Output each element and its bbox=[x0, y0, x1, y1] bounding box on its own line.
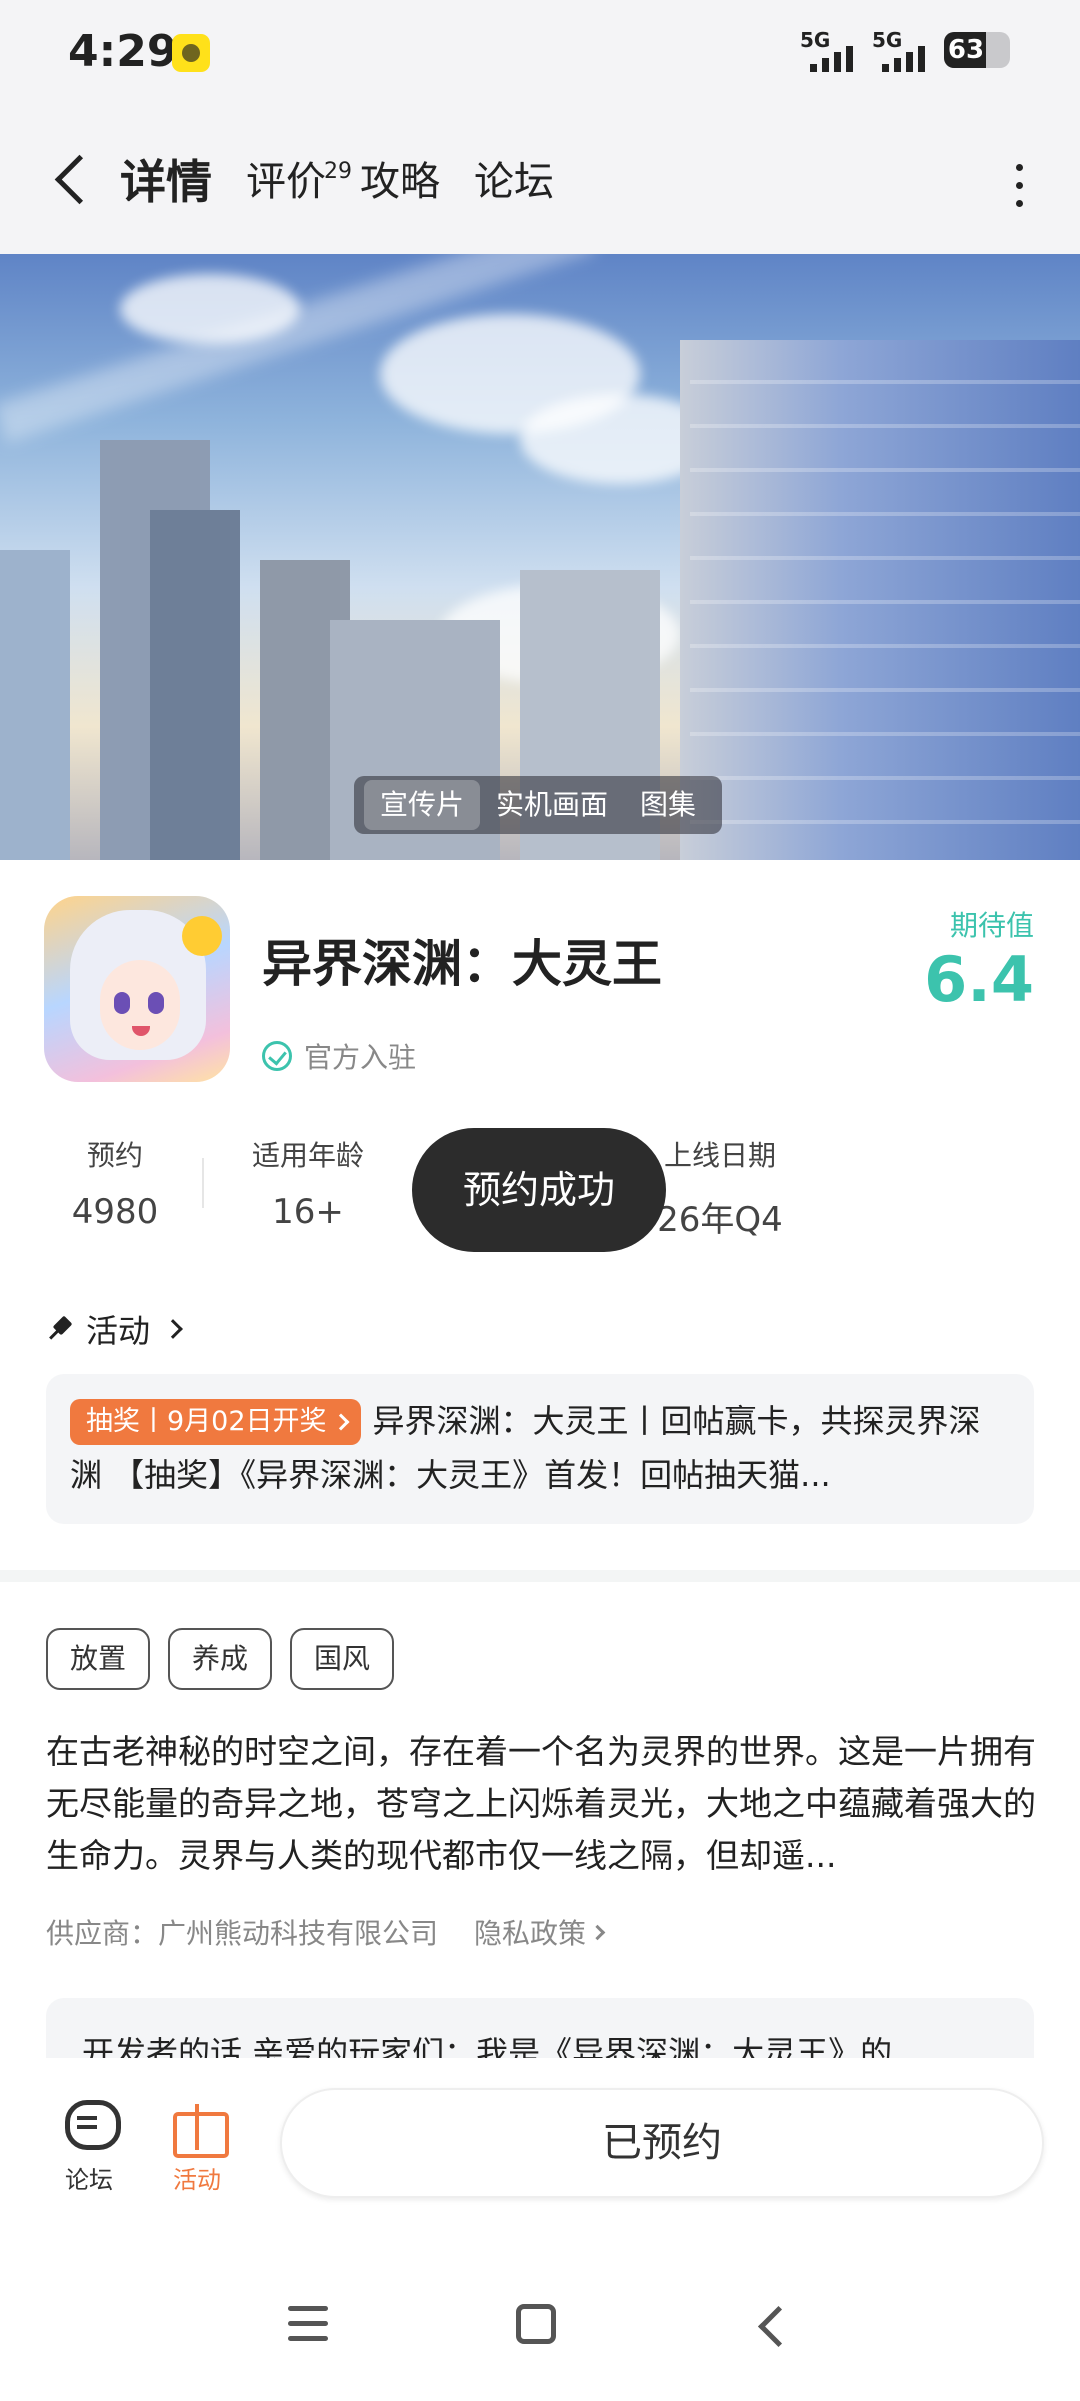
stat-value: 16+ bbox=[272, 1192, 344, 1232]
battery-percent: 63 bbox=[947, 35, 985, 65]
status-indicators: 5G 5G 63 bbox=[800, 28, 1010, 72]
notification-app-icon bbox=[172, 34, 210, 72]
stat-value: 4980 bbox=[71, 1192, 159, 1232]
divider bbox=[202, 1158, 204, 1208]
battery-icon: 63 bbox=[944, 32, 1010, 68]
supplier-row: 供应商：广州熊动科技有限公司 隐私政策 bbox=[46, 1912, 606, 1952]
forum-icon bbox=[61, 2098, 121, 2150]
stat-release-date: 上线日期 26年Q4 bbox=[650, 1134, 790, 1241]
tab-label: 论坛 bbox=[474, 159, 554, 205]
expect-label: 期待值 bbox=[949, 909, 1034, 942]
stat-reservations: 预约 4980 bbox=[60, 1134, 170, 1232]
chevron-right-icon bbox=[163, 1319, 183, 1339]
check-circle-icon bbox=[262, 1041, 292, 1071]
supplier-text: 供应商：广州熊动科技有限公司 bbox=[46, 1917, 439, 1950]
genre-tags: 放置 养成 国风 bbox=[46, 1628, 395, 1690]
expectation-score: 期待值 6.4 bbox=[924, 904, 1034, 1012]
review-count-badge: 29 bbox=[324, 159, 352, 184]
stat-label: 预约 bbox=[86, 1139, 143, 1172]
bottom-action-bar: 论坛 活动 已预约 bbox=[0, 2058, 1080, 2256]
lottery-tag[interactable]: 抽奖丨9月02日开奖 bbox=[70, 1399, 361, 1445]
activity-title: 活动 bbox=[86, 1312, 151, 1350]
game-icon bbox=[44, 896, 230, 1082]
pin-icon bbox=[41, 1311, 78, 1348]
tab-bar: 详情 评价 29 攻略 论坛 bbox=[116, 152, 554, 212]
section-divider bbox=[0, 1570, 1080, 1582]
stat-label: 上线日期 bbox=[663, 1139, 776, 1172]
status-bar: 4:29 5G 5G 63 bbox=[0, 0, 1080, 106]
verified-label: 官方入驻 bbox=[304, 1041, 417, 1074]
activity-button[interactable]: 活动 bbox=[152, 2098, 242, 2195]
tab-guides[interactable]: 攻略 bbox=[360, 152, 440, 212]
top-nav: 详情 评价 29 攻略 论坛 bbox=[0, 106, 1080, 254]
switch-trailer[interactable]: 宣传片 bbox=[364, 780, 481, 830]
tab-label: 详情 bbox=[120, 155, 212, 209]
developer-note-card[interactable]: 开发者的话 亲爱的玩家们：我是《异界深渊：大灵王》的 bbox=[46, 1998, 1034, 2058]
activity-card[interactable]: 抽奖丨9月02日开奖 异界深渊：大灵王丨回帖赢卡，共探灵界深渊 【抽奖】《异界深渊… bbox=[46, 1374, 1034, 1524]
privacy-policy-link[interactable]: 隐私政策 bbox=[474, 1912, 606, 1952]
expect-value: 6.4 bbox=[924, 943, 1034, 1016]
switch-gallery[interactable]: 图集 bbox=[624, 780, 712, 830]
genre-tag[interactable]: 国风 bbox=[290, 1628, 395, 1690]
system-back-icon[interactable] bbox=[752, 2306, 788, 2342]
system-nav-bar bbox=[0, 2256, 1080, 2401]
activity-header[interactable]: 活动 bbox=[46, 1306, 183, 1352]
forum-label: 论坛 bbox=[65, 2166, 113, 2194]
tab-label: 评价 bbox=[246, 159, 326, 205]
chevron-right-icon bbox=[589, 1924, 606, 1940]
gift-icon bbox=[169, 2098, 229, 2158]
genre-tag[interactable]: 养成 bbox=[168, 1628, 273, 1690]
game-title: 异界深渊：大灵王 bbox=[262, 935, 662, 993]
home-icon[interactable] bbox=[516, 2304, 556, 2344]
stat-label: 适用年龄 bbox=[251, 1139, 364, 1172]
game-description[interactable]: 在古老神秘的时空之间，存在着一个名为灵界的世界。这是一片拥有无尽能量的奇异之地，… bbox=[46, 1726, 1036, 1882]
reservation-success-toast: 预约成功 bbox=[412, 1128, 666, 1252]
activity-label: 活动 bbox=[173, 2166, 221, 2194]
hero-media[interactable]: 宣传片 实机画面 图集 bbox=[0, 254, 1080, 860]
tab-details[interactable]: 详情 bbox=[116, 152, 216, 212]
recent-apps-icon[interactable] bbox=[288, 2306, 328, 2342]
media-switcher: 宣传片 实机画面 图集 bbox=[354, 776, 723, 834]
privacy-label: 隐私政策 bbox=[474, 1917, 587, 1950]
tab-label: 攻略 bbox=[360, 159, 440, 205]
reserved-button[interactable]: 已预约 bbox=[280, 2088, 1044, 2198]
back-button[interactable] bbox=[44, 150, 104, 210]
signal-icon: 5G bbox=[800, 28, 862, 72]
genre-tag[interactable]: 放置 bbox=[46, 1628, 151, 1690]
switch-gameplay[interactable]: 实机画面 bbox=[480, 780, 624, 830]
forum-button[interactable]: 论坛 bbox=[44, 2098, 134, 2195]
status-time: 4:29 bbox=[68, 26, 178, 77]
stat-age: 适用年龄 16+ bbox=[238, 1134, 378, 1232]
tab-reviews[interactable]: 评价 29 bbox=[246, 152, 352, 212]
signal-icon: 5G bbox=[872, 28, 934, 72]
tab-forum[interactable]: 论坛 bbox=[474, 152, 554, 212]
developer-note-text: 开发者的话 亲爱的玩家们：我是《异界深渊：大灵王》的 bbox=[82, 2034, 893, 2058]
verified-badge: 官方入驻 bbox=[262, 1036, 416, 1076]
stat-value: 26年Q4 bbox=[657, 1200, 783, 1240]
more-options-icon[interactable] bbox=[1004, 162, 1034, 212]
